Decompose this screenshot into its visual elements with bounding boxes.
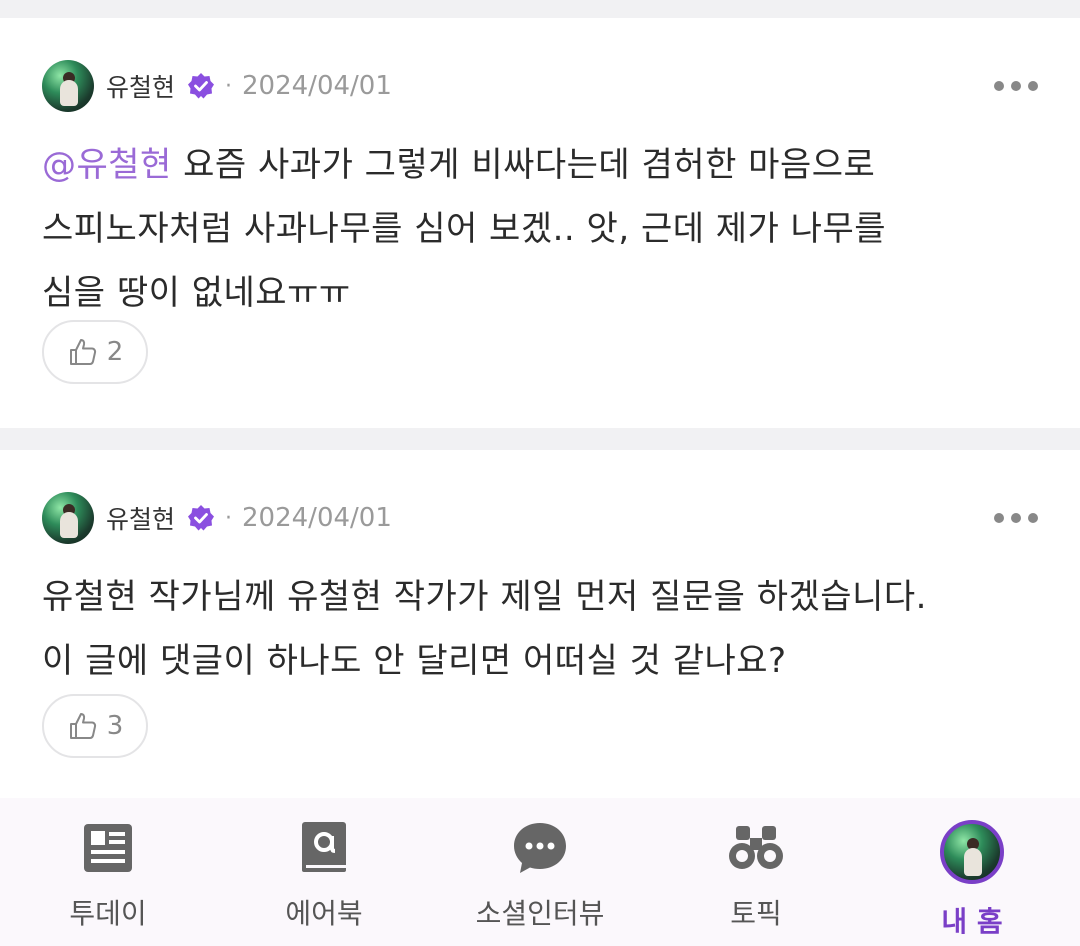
- nav-label: 토픽: [730, 897, 782, 930]
- chat-bubble-icon: [512, 820, 568, 876]
- verified-badge-icon: [188, 73, 215, 99]
- like-button[interactable]: 3: [42, 694, 148, 758]
- like-count: 2: [106, 337, 124, 367]
- profile-avatar: [940, 820, 1004, 884]
- nav-item-today[interactable]: 투데이: [0, 798, 216, 946]
- nav-label: 에어북: [285, 897, 363, 930]
- nav-label: 투데이: [69, 897, 147, 930]
- separator-dot: ·: [225, 505, 233, 531]
- bottom-navigation: 투데이 에어북 소셜인터뷰 토픽 내 홈: [0, 798, 1080, 946]
- binoculars-icon: [728, 820, 784, 876]
- nav-item-my-home[interactable]: 내 홈: [864, 798, 1080, 946]
- post-date: 2024/04/01: [242, 71, 392, 101]
- separator-dot: ·: [225, 73, 233, 99]
- thumbs-up-icon: [69, 713, 96, 739]
- more-options-icon[interactable]: [994, 508, 1038, 528]
- post-text: 요즘 사과가 그렇게 비싸다는데 겸허한 마음으로: [171, 145, 876, 185]
- author-avatar[interactable]: [42, 60, 94, 112]
- post-line: @유철현 요즘 사과가 그렇게 비싸다는데 겸허한 마음으로: [42, 133, 1042, 197]
- post-header: 유철현 · 2024/04/01: [42, 60, 392, 112]
- post-body: @유철현 요즘 사과가 그렇게 비싸다는데 겸허한 마음으로 스피노자처럼 사과…: [42, 133, 1042, 325]
- author-avatar[interactable]: [42, 492, 94, 544]
- post-line: 스피노자처럼 사과나무를 심어 보겠.. 앗, 근데 제가 나무를: [42, 209, 887, 249]
- like-count: 3: [106, 711, 124, 741]
- post-body: 유철현 작가님께 유철현 작가가 제일 먼저 질문을 하겠습니다. 이 글에 댓…: [42, 565, 1042, 693]
- book-icon: [296, 820, 352, 876]
- post-date: 2024/04/01: [242, 503, 392, 533]
- post-line: 이 글에 댓글이 하나도 안 달리면 어떠실 것 같나요?: [42, 641, 787, 681]
- comment-card: 유철현 · 2024/04/01 유철현 작가님께 유철현 작가가 제일 먼저 …: [0, 450, 1080, 798]
- nav-item-airbook[interactable]: 에어북: [216, 798, 432, 946]
- thumbs-up-icon: [69, 339, 96, 365]
- author-name[interactable]: 유철현: [106, 68, 175, 104]
- post-line: 유철현 작가님께 유철현 작가가 제일 먼저 질문을 하겠습니다.: [42, 577, 927, 617]
- nav-label: 소셜인터뷰: [475, 897, 605, 930]
- more-options-icon[interactable]: [994, 76, 1038, 96]
- nav-item-social-interview[interactable]: 소셜인터뷰: [432, 798, 648, 946]
- nav-label: 내 홈: [941, 905, 1003, 938]
- comment-card: 유철현 · 2024/04/01 @유철현 요즘 사과가 그렇게 비싸다는데 겸…: [0, 18, 1080, 428]
- verified-badge-icon: [188, 505, 215, 531]
- nav-item-topic[interactable]: 토픽: [648, 798, 864, 946]
- like-button[interactable]: 2: [42, 320, 148, 384]
- post-line: 심을 땅이 없네요ㅠㅠ: [42, 273, 351, 313]
- post-header: 유철현 · 2024/04/01: [42, 492, 392, 544]
- mention-link[interactable]: @유철현: [42, 145, 172, 185]
- newspaper-icon: [80, 820, 136, 876]
- author-name[interactable]: 유철현: [106, 500, 175, 536]
